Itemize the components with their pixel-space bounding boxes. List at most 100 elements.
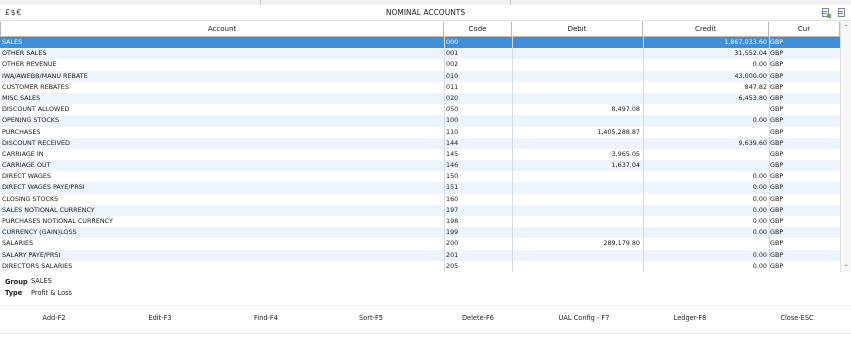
code-cell: 000 bbox=[446, 38, 459, 46]
account-cell: OTHER REVENUE bbox=[2, 60, 57, 69]
account-cell: SALES bbox=[2, 38, 23, 46]
ledger-button[interactable]: Ledger-F8 bbox=[650, 311, 730, 325]
table-row[interactable]: OTHER SALES 001 31,552.04 GBP bbox=[0, 48, 840, 60]
currency-cell: GBP bbox=[770, 60, 784, 69]
currency-cell: GBP bbox=[770, 183, 784, 192]
account-cell: CLOSING STOCKS bbox=[2, 194, 59, 203]
debit-cell bbox=[514, 194, 640, 205]
close-button[interactable]: Close-ESC bbox=[757, 311, 837, 325]
code-cell: 197 bbox=[446, 205, 459, 214]
vertical-scrollbar[interactable]: ⌃ ⌄ bbox=[840, 22, 851, 272]
code-cell: 144 bbox=[446, 138, 459, 147]
ual-config-button[interactable]: UAL Config - F7 bbox=[544, 311, 624, 325]
currency-cell: GBP bbox=[770, 105, 784, 114]
chevron-up-icon[interactable]: ⌃ bbox=[843, 25, 849, 31]
table-row[interactable]: DIRECTORS SALARIES 205 0.00 GBP bbox=[0, 261, 840, 272]
column-header-code[interactable]: Code bbox=[444, 22, 512, 37]
edit-button[interactable]: Edit-F3 bbox=[120, 311, 200, 325]
group-value: SALES bbox=[31, 277, 52, 285]
table-row[interactable]: SALARIES 200 289,179.80 GBP bbox=[0, 238, 840, 249]
table-row[interactable]: CARRIAGE OUT 146 1,637.04 GBP bbox=[0, 160, 840, 172]
code-cell: 050 bbox=[446, 105, 459, 114]
column-header-cur[interactable]: Cur bbox=[769, 22, 840, 37]
currency-cell: GBP bbox=[770, 49, 784, 58]
table-row[interactable]: IWA/AWEBB/MANU REBATE 010 43,000.00 GBP bbox=[0, 70, 840, 82]
account-cell: MISC SALES bbox=[2, 93, 41, 102]
grid-rows: SALES 000 1,867,033.60 GBP OTHER SALES 001 31,… bbox=[0, 37, 840, 272]
sort-button[interactable]: Sort-F5 bbox=[331, 311, 411, 325]
table-row[interactable]: PURCHASES NOTIONAL CURRENCY 198 0.00 GBP bbox=[0, 216, 840, 227]
export-icon[interactable] bbox=[821, 8, 831, 18]
table-row[interactable]: SALARY PAYE/PRSI 201 0.00 GBP bbox=[0, 249, 840, 261]
table-row[interactable]: SALES NOTIONAL CURRENCY 197 0.00 GBP bbox=[0, 204, 840, 216]
account-cell: OTHER SALES bbox=[2, 49, 47, 58]
code-cell: 150 bbox=[446, 172, 459, 181]
credit-cell: 0.00 bbox=[752, 205, 767, 214]
chevron-down-icon[interactable]: ⌄ bbox=[843, 262, 849, 268]
title-bar: £$€ NOMINAL ACCOUNTS bbox=[0, 5, 851, 21]
currency-cell: GBP bbox=[770, 239, 784, 248]
table-row[interactable]: DISCOUNT RECEIVED 144 9,639.60 GBP bbox=[0, 137, 840, 149]
debit-cell bbox=[514, 138, 640, 149]
code-cell: 199 bbox=[446, 228, 459, 237]
code-cell: 146 bbox=[446, 161, 459, 170]
credit-cell bbox=[645, 238, 767, 249]
grid-header: Account Code Debit Credit Cur bbox=[0, 22, 840, 37]
currency-cell: GBP bbox=[770, 71, 784, 80]
table-row[interactable]: CURRENCY (GAIN)LOSS 199 0.00 GBP bbox=[0, 227, 840, 239]
add-button[interactable]: Add-F2 bbox=[14, 311, 94, 325]
currency-cell: GBP bbox=[770, 149, 784, 158]
table-row-selected[interactable]: SALES 000 1,867,033.60 GBP bbox=[0, 37, 840, 49]
credit-cell: 0.00 bbox=[752, 60, 767, 69]
column-header-debit[interactable]: Debit bbox=[512, 22, 643, 37]
table-row[interactable]: DIRECT WAGES PAYE/PRSI 151 0.00 GBP bbox=[0, 182, 840, 194]
debit-cell: 8,497.08 bbox=[611, 105, 640, 114]
debit-cell bbox=[514, 250, 640, 261]
column-divider bbox=[444, 37, 445, 272]
nominal-accounts-grid: Account Code Debit Credit Cur SALES 000 1,… bbox=[0, 22, 840, 272]
table-row[interactable]: CLOSING STOCKS 160 0.00 GBP bbox=[0, 194, 840, 205]
debit-cell bbox=[514, 261, 640, 272]
credit-cell bbox=[645, 104, 767, 115]
table-row[interactable]: CUSTOMER REBATES 011 847.82 GBP bbox=[0, 82, 840, 93]
account-cell: IWA/AWEBB/MANU REBATE bbox=[2, 71, 88, 80]
table-row[interactable]: OTHER REVENUE 002 0.00 GBP bbox=[0, 59, 840, 70]
debit-cell: 289,179.80 bbox=[603, 239, 640, 248]
credit-cell: 0.00 bbox=[752, 261, 767, 270]
table-row[interactable]: DISCOUNT ALLOWED 050 8,497.08 GBP bbox=[0, 104, 840, 115]
delete-button[interactable]: Delete-F6 bbox=[438, 311, 518, 325]
code-cell: 002 bbox=[446, 60, 459, 69]
table-row[interactable]: DIRECT WAGES 150 0.00 GBP bbox=[0, 171, 840, 182]
account-cell: OPENING STOCKS bbox=[2, 116, 60, 125]
credit-cell: 31,552.04 bbox=[734, 49, 767, 58]
currency-cell: GBP bbox=[770, 127, 784, 136]
credit-cell: 43,000.00 bbox=[734, 71, 767, 80]
currency-cell: GBP bbox=[770, 194, 784, 203]
code-cell: 011 bbox=[446, 82, 459, 91]
column-header-account[interactable]: Account bbox=[0, 22, 444, 37]
code-cell: 010 bbox=[446, 71, 459, 80]
credit-cell bbox=[645, 127, 767, 138]
account-cell: DISCOUNT ALLOWED bbox=[2, 105, 70, 114]
account-cell: CARRIAGE IN bbox=[2, 149, 44, 158]
credit-cell bbox=[645, 160, 767, 171]
code-cell: 020 bbox=[446, 93, 459, 102]
column-header-credit[interactable]: Credit bbox=[643, 22, 769, 37]
account-cell: PURCHASES bbox=[2, 127, 41, 136]
debit-cell bbox=[514, 227, 640, 238]
print-icon[interactable] bbox=[837, 8, 846, 18]
account-cell: DIRECT WAGES bbox=[2, 172, 51, 181]
table-row[interactable]: PURCHASES 110 1,405,288.87 GBP bbox=[0, 127, 840, 138]
table-row[interactable]: CARRIAGE IN 145 3,965.05 GBP bbox=[0, 149, 840, 160]
table-row[interactable]: MISC SALES 020 6,453.80 GBP bbox=[0, 92, 840, 105]
table-row[interactable]: OPENING STOCKS 100 0.00 GBP bbox=[0, 115, 840, 127]
code-cell: 160 bbox=[446, 194, 459, 203]
currency-cell: GBP bbox=[770, 217, 784, 225]
credit-cell: 847.82 bbox=[744, 82, 767, 91]
account-cell: DIRECTORS SALARIES bbox=[2, 261, 73, 270]
find-button[interactable]: Find-F4 bbox=[226, 311, 306, 325]
credit-cell bbox=[645, 149, 767, 160]
credit-cell: 0.00 bbox=[752, 183, 767, 192]
code-cell: 200 bbox=[446, 239, 459, 248]
currency-cell: GBP bbox=[770, 228, 784, 237]
